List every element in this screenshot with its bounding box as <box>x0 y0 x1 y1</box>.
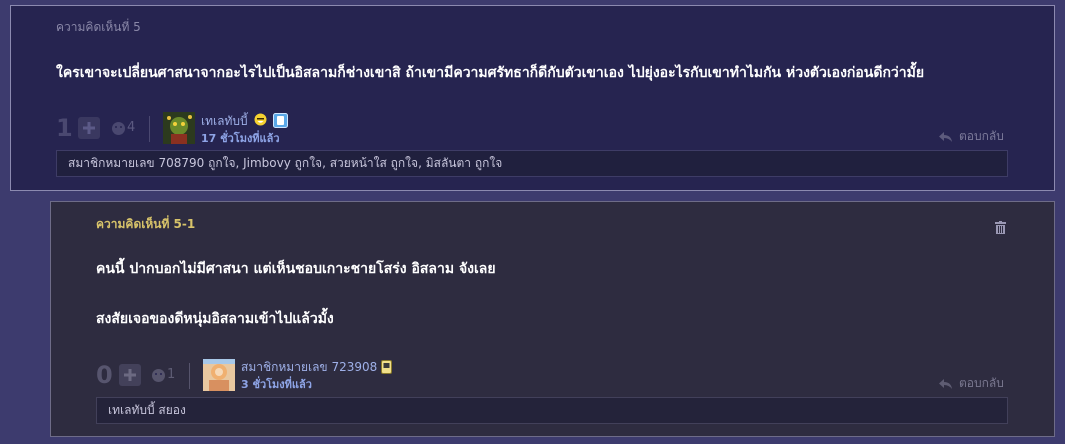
avatar[interactable] <box>163 112 195 144</box>
timestamp: 3 ชั่วโมงที่แล้ว <box>241 378 312 391</box>
reply-button[interactable]: ตอบกลับ <box>939 374 1004 393</box>
plus-icon <box>83 122 95 134</box>
emotion-count: 4 <box>127 120 136 135</box>
vote-count: 1 <box>56 114 73 142</box>
likes-list: เทเลทับบี้ สยอง <box>96 397 1008 424</box>
reply-line: คนนี้ ปากบอกไม่มีศาสนา แต่เห็นชอบเกาะชาย… <box>96 261 496 277</box>
emotion-count: 1 <box>167 367 176 382</box>
vote-count: 0 <box>96 361 113 389</box>
comment-card: ความคิดเห็นที่ 5 ใครเขาจะเปลี่ยนศาสนาจาก… <box>10 5 1055 191</box>
plus-icon <box>124 369 136 381</box>
device-badge-icon <box>273 113 288 128</box>
comment-number: ความคิดเห็นที่ 5 <box>56 20 141 34</box>
divider <box>189 363 190 389</box>
likes-list: สมาชิกหมายเลข 708790 ถูกใจ, Jimbovy ถูกใ… <box>56 150 1008 177</box>
comment-body: ใครเขาจะเปลี่ยนศาสนาจากอะไรไปเป็นอิสลามก… <box>56 65 925 81</box>
trash-icon[interactable] <box>995 221 1006 234</box>
reply-body: คนนี้ ปากบอกไม่มีศาสนา แต่เห็นชอบเกาะชาย… <box>96 259 496 329</box>
reply-number: ความคิดเห็นที่ 5-1 <box>96 217 196 231</box>
reply-card: ความคิดเห็นที่ 5-1 คนนี้ ปากบอกไม่มีศาสน… <box>50 201 1055 437</box>
reply-label: ตอบกลับ <box>959 376 1004 390</box>
vote-plus-button[interactable] <box>78 117 100 139</box>
smiley-badge-icon <box>254 113 267 126</box>
reply-line: สงสัยเจอของดีหนุ่มอิสลามเข้าไปแล้วมั้ง <box>96 311 334 327</box>
vote-plus-button[interactable] <box>119 364 141 386</box>
timestamp: 17 ชั่วโมงที่แล้ว <box>201 132 280 145</box>
reply-button[interactable]: ตอบกลับ <box>939 127 1004 146</box>
reply-label: ตอบกลับ <box>959 129 1004 143</box>
avatar[interactable] <box>203 359 235 391</box>
device-badge-icon <box>381 360 392 374</box>
reply-arrow-icon <box>939 378 952 389</box>
emotion-icon[interactable] <box>112 122 125 135</box>
emotion-icon[interactable] <box>152 369 165 382</box>
divider <box>149 116 150 142</box>
reply-arrow-icon <box>939 131 952 142</box>
